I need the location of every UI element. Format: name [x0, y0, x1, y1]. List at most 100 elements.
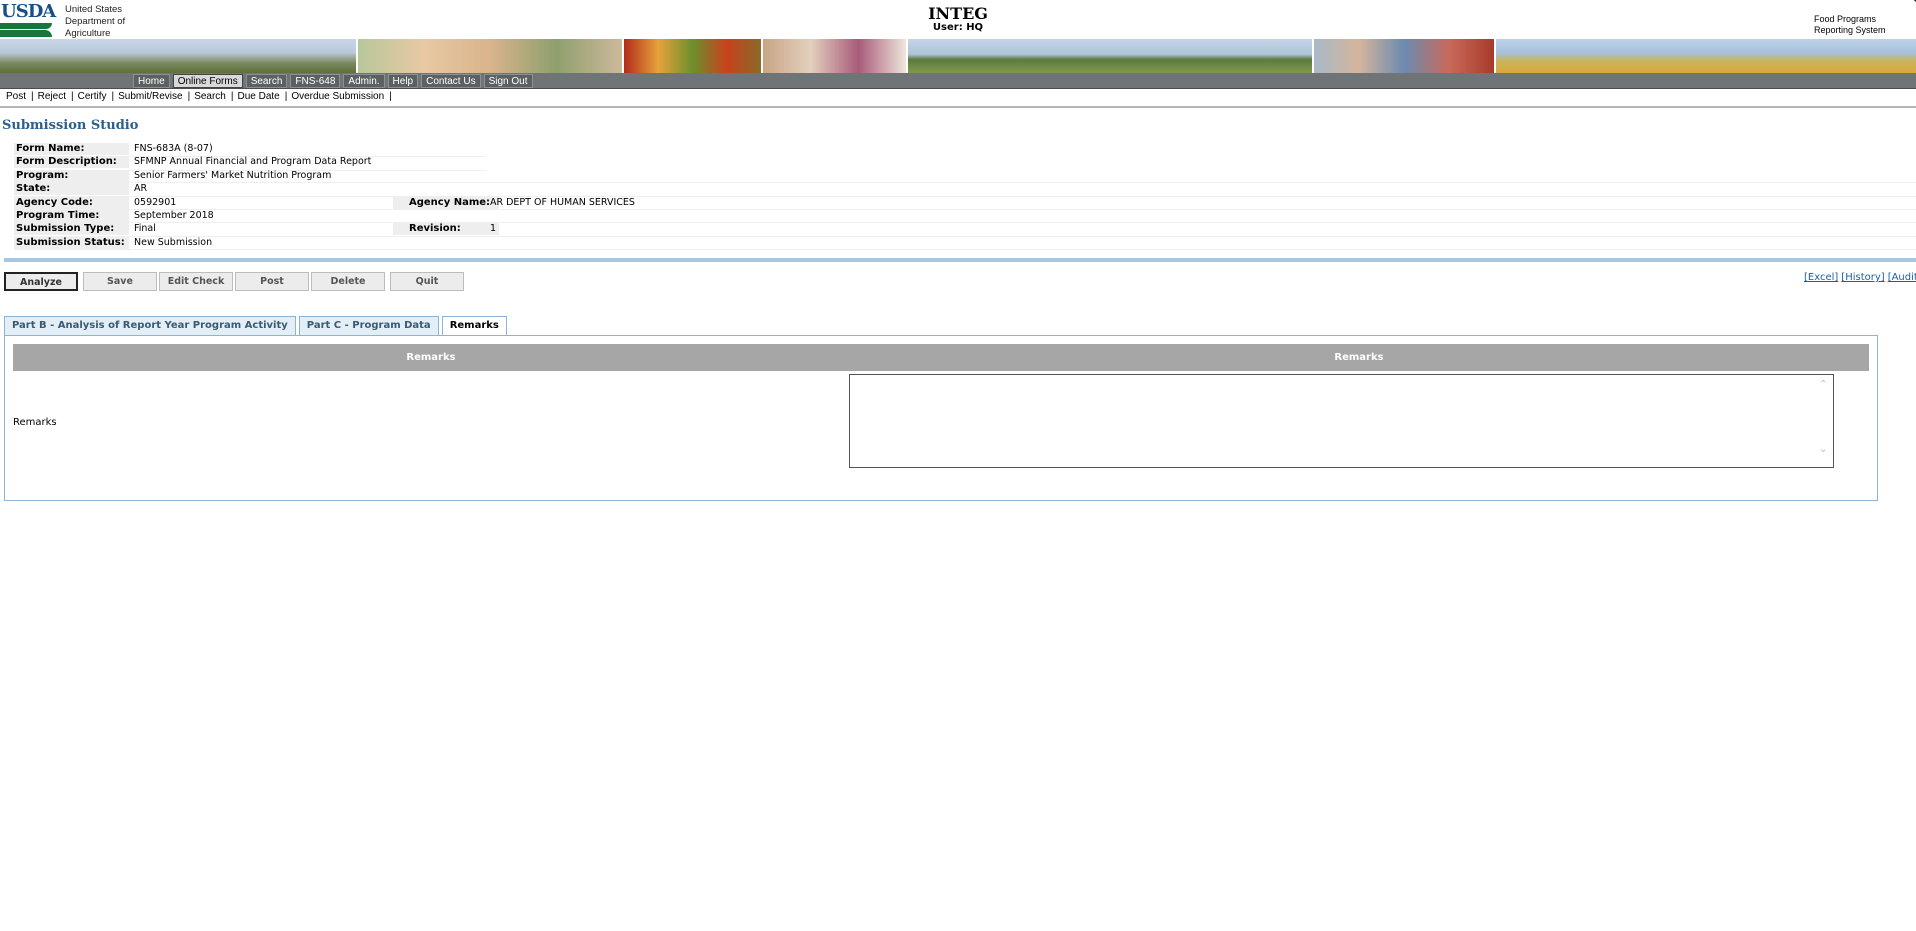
corner-mark	[1903, 0, 1916, 4]
form-name-value: FNS-683A (8-07)	[134, 143, 213, 154]
program-value: Senior Farmers' Market Nutrition Program	[134, 169, 332, 181]
subnav-separator: |	[187, 91, 191, 102]
banner-family-image	[358, 39, 624, 73]
post-button[interactable]: Post	[235, 272, 309, 291]
nav-sign-out[interactable]: Sign Out	[483, 74, 533, 88]
submission-info: Form Name: FNS-683A (8-07) Form Descript…	[14, 143, 1916, 251]
remarks-row-label: Remarks	[13, 417, 57, 428]
banner-kitchen-image	[763, 39, 908, 73]
tab-remarks[interactable]: Remarks	[441, 316, 507, 336]
remarks-col2-header: Remarks	[1334, 352, 1384, 363]
banner-children-image	[1314, 39, 1496, 73]
logo-sweep-lower	[0, 30, 52, 37]
subnav-due-date[interactable]: Due Date	[237, 91, 279, 102]
info-row-state: State: AR	[14, 183, 1916, 197]
agency-name-value: AR DEPT OF HUMAN SERVICES	[490, 196, 635, 208]
tab-part-b[interactable]: Part B - Analysis of Report Year Program…	[4, 316, 296, 335]
remarks-col1-header: Remarks	[406, 352, 456, 363]
info-row-submission-status: Submission Status: New Submission	[14, 236, 1916, 251]
export-links: [Excel][History] [Audit]	[1804, 272, 1916, 283]
logo-sweep-upper	[0, 23, 52, 29]
info-row-form-name: Form Name: FNS-683A (8-07)	[14, 143, 1916, 158]
info-row-program: Program: Senior Farmers' Market Nutritio…	[14, 169, 1916, 184]
submission-type-value: Final	[134, 223, 156, 235]
state-value: AR	[134, 183, 148, 195]
remarks-table-header: Remarks Remarks	[13, 344, 1869, 371]
submission-status-label: Submission Status:	[14, 236, 129, 249]
quit-button[interactable]: Quit	[390, 272, 464, 291]
info-row-agency: Agency Code: 0592901 Agency Name: AR DEP…	[14, 196, 1916, 210]
history-link[interactable]: [History]	[1841, 272, 1884, 283]
photo-banner	[0, 39, 1916, 73]
section-divider	[4, 258, 1916, 262]
subnav-divider	[0, 106, 1916, 108]
subnav-separator: |	[389, 91, 392, 102]
agency-code-value: 0592901	[134, 196, 177, 208]
banner-landscape-image	[908, 39, 1314, 73]
scroll-down-icon[interactable]: ⌄	[1819, 444, 1827, 455]
form-tabs: Part B - Analysis of Report Year Program…	[4, 316, 507, 336]
save-button[interactable]: Save	[83, 272, 157, 291]
main-nav: Home Online Forms Search FNS-648 Admin. …	[0, 73, 1916, 89]
nav-fns-648[interactable]: FNS-648	[290, 74, 341, 88]
nav-help[interactable]: Help	[387, 74, 419, 88]
tab-part-c[interactable]: Part C - Program Data	[298, 316, 439, 335]
sub-nav: Post | Reject | Certify | Submit/Revise | Se…	[6, 91, 396, 102]
form-name-label: Form Name:	[14, 143, 129, 155]
nav-admin[interactable]: Admin.	[343, 74, 385, 88]
department-line-1: United States	[65, 4, 123, 15]
edit-check-button[interactable]: Edit Check	[159, 272, 233, 291]
department-line-2: Department of	[65, 16, 126, 27]
subnav-overdue-submission[interactable]: Overdue Submission	[291, 91, 384, 102]
state-label: State:	[14, 183, 129, 196]
form-description-value: SFMNP Annual Financial and Program Data …	[134, 156, 372, 168]
audit-link[interactable]: [Audit]	[1888, 272, 1916, 283]
agency-code-label: Agency Code:	[14, 196, 129, 209]
banner-field-image	[1496, 39, 1916, 73]
revision-value: 1	[490, 223, 497, 235]
program-time-label: Program Time:	[14, 209, 129, 222]
nav-online-forms[interactable]: Online Forms	[172, 74, 243, 88]
remarks-textarea[interactable]	[849, 374, 1834, 468]
submission-status-value: New Submission	[134, 236, 213, 248]
system-name: Food Programs Reporting System	[1814, 14, 1886, 36]
subnav-certify[interactable]: Certify	[78, 91, 107, 102]
nav-home[interactable]: Home	[133, 74, 170, 88]
nav-contact-us[interactable]: Contact Us	[421, 74, 481, 88]
agency-name-label: Agency Name:	[393, 196, 499, 209]
system-name-line-2: Reporting System	[1814, 25, 1886, 35]
subnav-reject[interactable]: Reject	[38, 91, 66, 102]
action-toolbar: Analyze Save Edit Check Post Delete Quit	[4, 272, 464, 291]
subnav-separator: |	[31, 91, 34, 102]
current-user: User: HQ	[932, 22, 984, 33]
usda-logo[interactable]: USDA	[0, 1, 56, 37]
info-row-form-description: Form Description: SFMNP Annual Financial…	[14, 156, 1916, 172]
info-row-submission-type: Submission Type: Final Revision: 1	[14, 223, 1916, 237]
analyze-button[interactable]: Analyze	[4, 272, 78, 291]
system-name-line-1: Food Programs	[1814, 14, 1877, 24]
subnav-post[interactable]: Post	[6, 91, 26, 102]
remarks-panel: Remarks Remarks Remarks ⌃ ⌄	[4, 335, 1878, 501]
info-row-program-time: Program Time: September 2018	[14, 209, 1916, 224]
scroll-up-icon[interactable]: ⌃	[1819, 379, 1827, 390]
subnav-separator: |	[70, 91, 74, 102]
app-title: INTEG	[928, 4, 988, 23]
revision-label: Revision:	[393, 223, 499, 236]
subnav-separator: |	[111, 91, 115, 102]
usda-logo-text: USDA	[1, 1, 56, 22]
site-header: USDA United States Department of Agricul…	[0, 0, 1916, 40]
excel-link[interactable]: [Excel]	[1804, 272, 1838, 283]
department-name: United States Department of Agriculture	[65, 4, 125, 40]
subnav-separator: |	[230, 91, 234, 102]
submission-type-label: Submission Type:	[14, 223, 129, 236]
subnav-search[interactable]: Search	[194, 91, 226, 102]
nav-search[interactable]: Search	[245, 74, 288, 88]
banner-produce-image	[624, 39, 763, 73]
program-time-value: September 2018	[134, 209, 214, 221]
delete-button[interactable]: Delete	[311, 272, 385, 291]
form-description-label: Form Description:	[14, 156, 129, 169]
page-title: Submission Studio	[2, 118, 139, 133]
subnav-submit-revise[interactable]: Submit/Revise	[118, 91, 182, 102]
program-label: Program:	[14, 169, 129, 182]
subnav-separator: |	[284, 91, 288, 102]
